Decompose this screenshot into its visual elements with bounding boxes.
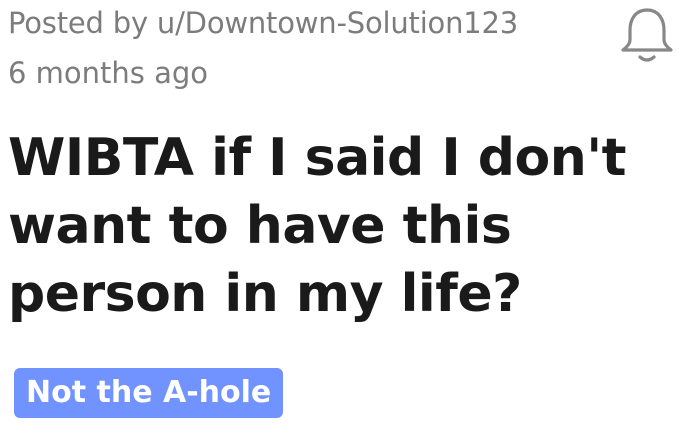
post-timestamp: 6 months ago xyxy=(8,56,209,90)
posted-by-author[interactable]: Posted by u/Downtown-Solution123 xyxy=(8,6,518,40)
bell-icon-graphic xyxy=(621,8,673,62)
post-flair-badge[interactable]: Not the A-hole xyxy=(14,368,284,418)
post-card: Posted by u/Downtown-Solution123 6 month… xyxy=(8,0,673,418)
post-meta: Posted by u/Downtown-Solution123 6 month… xyxy=(8,0,673,100)
post-title[interactable]: WIBTA if I said I don't want to have thi… xyxy=(8,124,668,328)
bell-icon[interactable] xyxy=(618,6,676,66)
